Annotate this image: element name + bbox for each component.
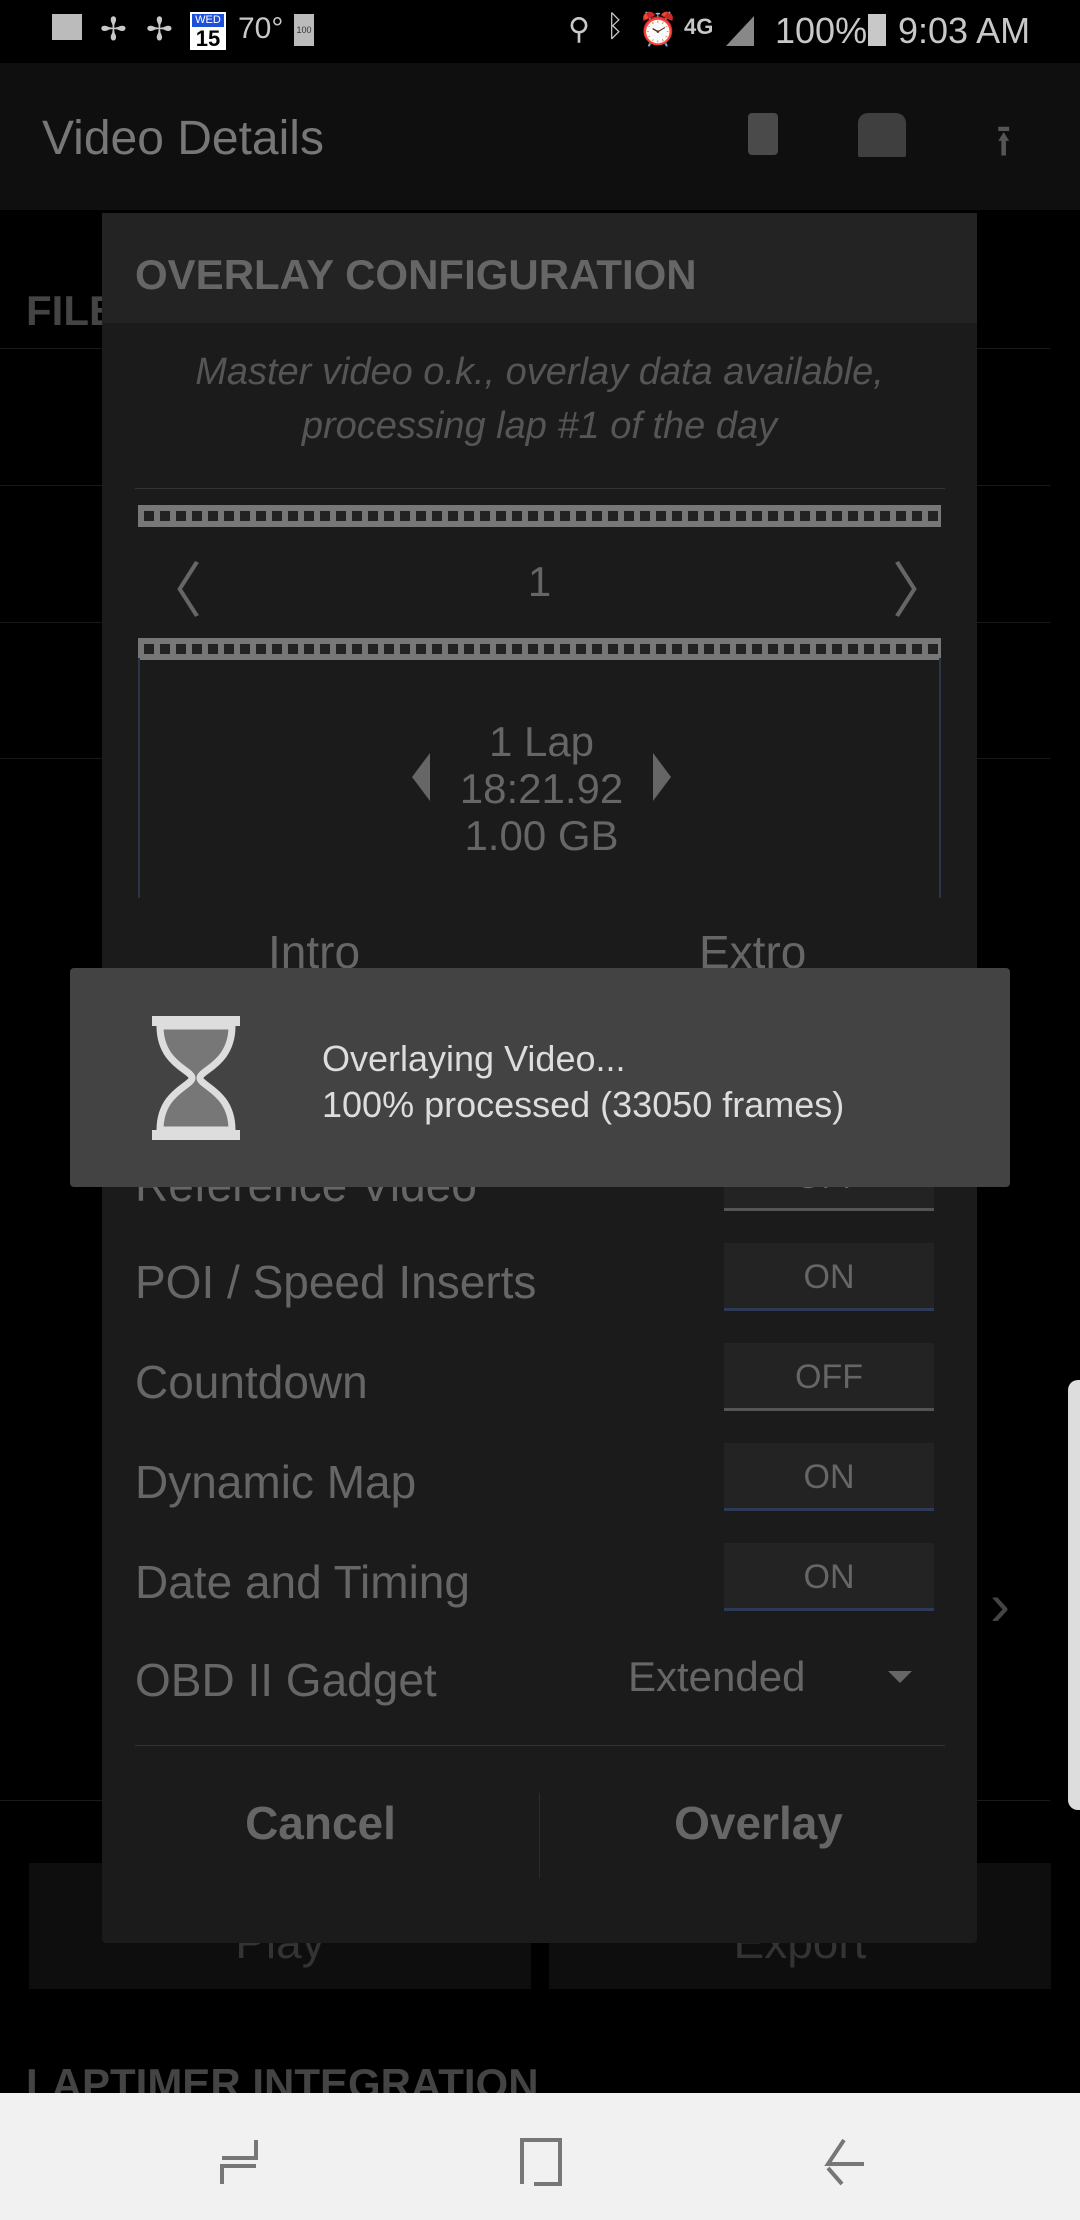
recent-apps-icon[interactable]	[218, 2138, 260, 2186]
pinwheel-icon: ✢	[100, 11, 127, 47]
calendar-icon: WED 15	[190, 12, 226, 51]
option-countdown-toggle[interactable]: OFF	[724, 1343, 934, 1411]
obd-gadget-dropdown[interactable]: Extended	[622, 1653, 942, 1713]
chevron-down-icon	[888, 1671, 912, 1683]
battery-widget-icon: 100	[294, 14, 314, 46]
triangle-right-icon[interactable]	[653, 753, 671, 801]
alarm-icon: ⏰	[638, 11, 678, 47]
lap-count: 1 Lap	[488, 718, 595, 765]
option-date-timing-label: Date and Timing	[135, 1556, 470, 1608]
option-dynamic-map-label: Dynamic Map	[135, 1456, 417, 1508]
cancel-button[interactable]: Cancel	[102, 1773, 539, 1873]
status-bar: ✢ ✢ WED 15 70° 100 ⚲ ᛒ ⏰ 4G 100% 9:03 AM	[0, 0, 1080, 63]
back-icon[interactable]	[824, 2138, 866, 2186]
navigation-bar	[0, 2093, 1080, 2220]
overlay-button[interactable]: Overlay	[540, 1773, 977, 1873]
chevron-right-icon[interactable]: 〉	[892, 543, 952, 630]
location-icon: ⚲	[568, 13, 590, 46]
signal-icon	[726, 16, 754, 46]
film-strip	[138, 505, 941, 527]
home-icon[interactable]	[520, 2138, 562, 2186]
battery-percent: 100%	[775, 10, 868, 51]
lap-number: 1	[527, 558, 552, 605]
dialog-title: OVERLAY CONFIGURATION	[102, 213, 977, 323]
bluetooth-icon: ᛒ	[606, 10, 624, 43]
scrollbar[interactable]	[1068, 1380, 1080, 1810]
divider	[135, 488, 945, 489]
toast-title: Overlaying Video...	[322, 1038, 626, 1079]
film-strip	[138, 638, 941, 660]
pinwheel-icon: ✢	[146, 11, 173, 47]
battery-icon	[868, 14, 886, 46]
message-icon	[52, 14, 82, 40]
obd-gadget-label: OBD II Gadget	[135, 1654, 437, 1706]
clock: 9:03 AM	[898, 10, 1031, 51]
network-type: 4G	[684, 14, 714, 39]
option-dynamic-map-toggle[interactable]: ON	[724, 1443, 934, 1511]
hourglass-icon	[152, 1016, 240, 1140]
option-countdown-label: Countdown	[135, 1356, 368, 1408]
temperature: 70°	[238, 12, 284, 45]
toast-progress: 100% processed (33050 frames)	[322, 1084, 845, 1125]
lap-time: 18:21.92	[459, 765, 624, 812]
progress-toast: Overlaying Video... 100% processed (3305…	[70, 968, 1010, 1187]
video-camera-icon[interactable]	[858, 113, 906, 157]
option-date-timing-toggle[interactable]: ON	[724, 1543, 934, 1611]
option-poi-label: POI / Speed Inserts	[135, 1256, 537, 1308]
page-title: Video Details	[42, 112, 324, 165]
app-bar: Video Details ⭱	[0, 63, 1080, 210]
trash-icon[interactable]	[748, 113, 778, 155]
chevron-right-icon[interactable]: ›	[990, 1570, 1010, 1639]
option-poi-toggle[interactable]: ON	[724, 1243, 934, 1311]
upload-icon[interactable]: ⭱	[996, 109, 1011, 184]
divider	[135, 1745, 945, 1746]
dialog-subtitle: Master video o.k., overlay data availabl…	[195, 351, 884, 447]
lap-selector: 1 Lap 18:21.92 1.00 GB	[138, 658, 941, 898]
lap-size: 1.00 GB	[464, 812, 619, 859]
